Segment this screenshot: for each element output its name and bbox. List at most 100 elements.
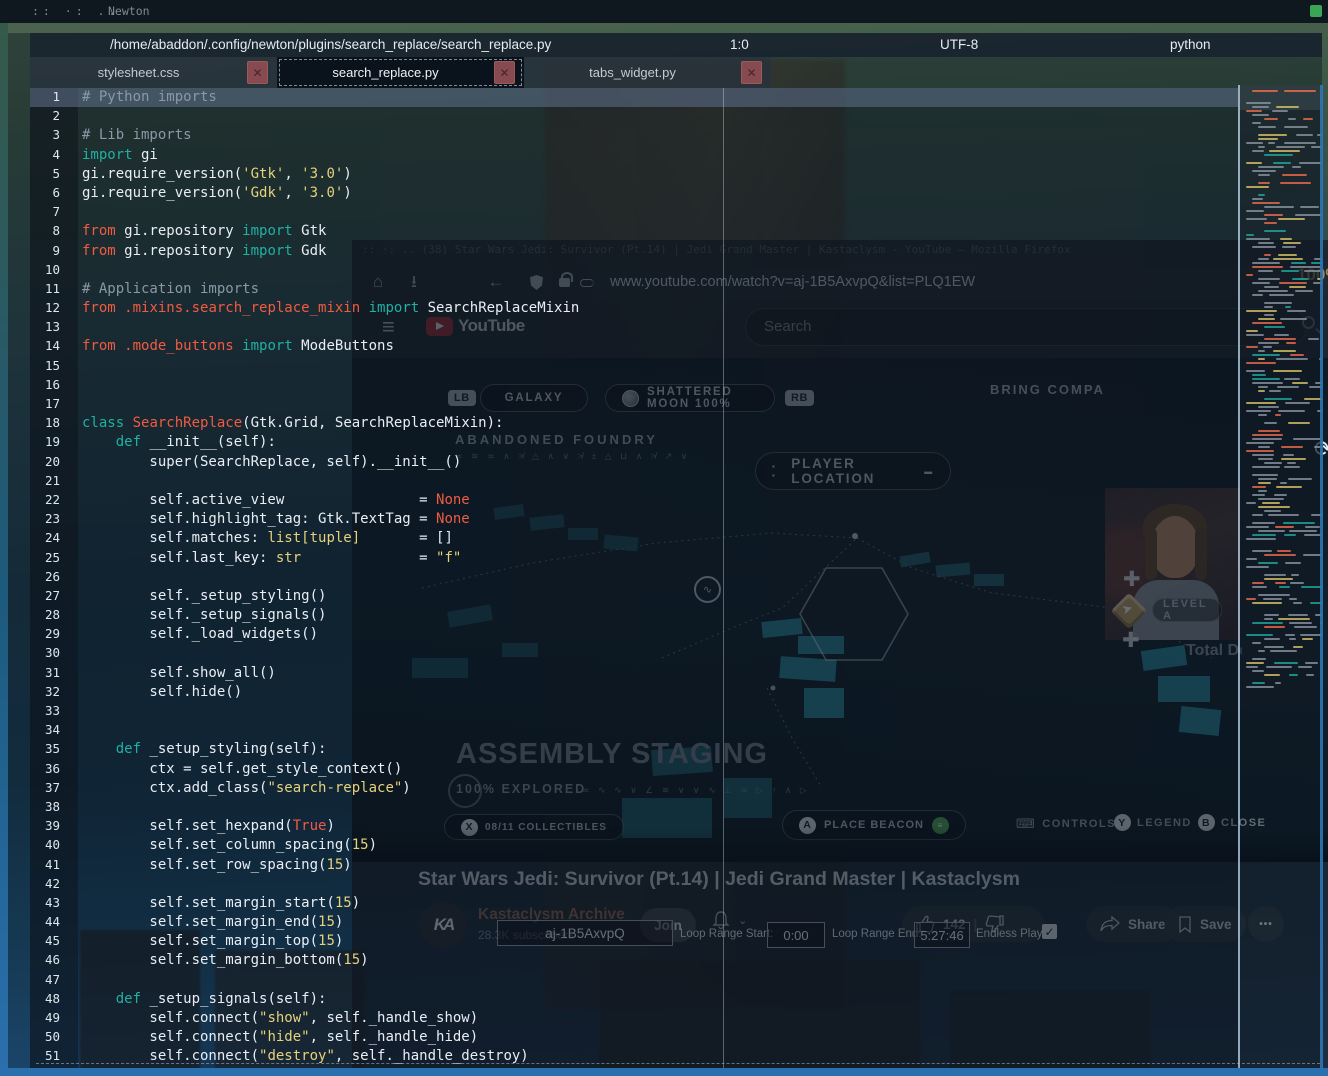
code-line[interactable]: 32 self.hide()	[30, 683, 1238, 702]
code-line[interactable]: 38	[30, 798, 1238, 817]
code-line[interactable]: 21	[30, 472, 1238, 491]
code-line[interactable]: 34	[30, 721, 1238, 740]
line-number: 38	[30, 799, 60, 814]
code-line[interactable]: 23 self.highlight_tag: Gtk.TextTag = Non…	[30, 510, 1238, 529]
tab-close-button[interactable]: ✕	[741, 61, 762, 84]
code-text: self.set_margin_start(15)	[82, 894, 360, 913]
code-line[interactable]: 50 self.connect("hide", self._handle_hid…	[30, 1028, 1238, 1047]
line-number: 40	[30, 837, 60, 852]
code-line[interactable]: 13	[30, 318, 1238, 337]
code-line[interactable]: 43 self.set_margin_start(15)	[30, 894, 1238, 913]
tab-close-button[interactable]: ✕	[247, 61, 268, 84]
code-line[interactable]: 33	[30, 702, 1238, 721]
code-line[interactable]: 35 def _setup_styling(self):	[30, 740, 1238, 759]
code-line[interactable]: 41 self.set_row_spacing(15)	[30, 856, 1238, 875]
code-line[interactable]: 20 super(SearchReplace, self).__init__()	[30, 453, 1238, 472]
desktop-edge-bottom	[0, 1068, 1328, 1076]
line-number: 28	[30, 607, 60, 622]
code-text: self.connect("show", self._handle_show)	[82, 1009, 478, 1028]
line-number: 19	[30, 434, 60, 449]
code-line[interactable]: 44 self.set_margin_end(15)	[30, 913, 1238, 932]
code-line[interactable]: 1# Python imports	[30, 88, 1238, 107]
code-text: from gi.repository import Gtk	[82, 222, 326, 241]
tab-tabs-widget-py[interactable]: tabs_widget.py ✕	[524, 57, 771, 88]
horizontal-scroll-track[interactable]	[36, 1063, 1320, 1064]
tab-search-replace-py[interactable]: search_replace.py ✕	[277, 57, 524, 88]
code-text: self.set_margin_end(15)	[82, 913, 343, 932]
line-number: 32	[30, 684, 60, 699]
code-text: gi.require_version('Gdk', '3.0')	[82, 184, 352, 203]
line-number: 6	[30, 185, 60, 200]
code-line[interactable]: 48 def _setup_signals(self):	[30, 990, 1238, 1009]
code-text: from .mode_buttons import ModeButtons	[82, 337, 394, 356]
code-line[interactable]: 19 def __init__(self):	[30, 433, 1238, 452]
code-line[interactable]: 24 self.matches: list[tuple] = []	[30, 529, 1238, 548]
code-line[interactable]: 47	[30, 971, 1238, 990]
code-line[interactable]: 37 ctx.add_class("search-replace")	[30, 779, 1238, 798]
code-line[interactable]: 16	[30, 376, 1238, 395]
line-number: 26	[30, 569, 60, 584]
code-line[interactable]: 27 self._setup_styling()	[30, 587, 1238, 606]
encoding-indicator[interactable]: UTF-8	[940, 37, 978, 52]
line-number: 24	[30, 530, 60, 545]
code-editor[interactable]: 1# Python imports23# Lib imports4import …	[30, 88, 1238, 1068]
line-number: 5	[30, 166, 60, 181]
code-text: self.last_key: str = "f"	[82, 549, 461, 568]
code-line[interactable]: 5gi.require_version('Gtk', '3.0')	[30, 165, 1238, 184]
code-line[interactable]: 25 self.last_key: str = "f"	[30, 549, 1238, 568]
line-number: 23	[30, 511, 60, 526]
code-text: def _setup_signals(self):	[82, 990, 326, 1009]
code-line[interactable]: 14from .mode_buttons import ModeButtons	[30, 337, 1238, 356]
language-indicator[interactable]: python	[1170, 37, 1211, 52]
code-line[interactable]: 49 self.connect("show", self._handle_sho…	[30, 1009, 1238, 1028]
code-line[interactable]: 28 self._setup_signals()	[30, 606, 1238, 625]
code-text: self.set_margin_top(15)	[82, 932, 343, 951]
code-line[interactable]: 31 self.show_all()	[30, 664, 1238, 683]
cursor-position: 1:0	[730, 37, 749, 52]
line-number: 7	[30, 204, 60, 219]
code-line[interactable]: 30	[30, 644, 1238, 663]
code-line[interactable]: 2	[30, 107, 1238, 126]
line-number: 29	[30, 626, 60, 641]
column-ruler	[723, 88, 724, 1068]
code-text: self.show_all()	[82, 664, 276, 683]
vertical-scrollbar[interactable]	[1320, 85, 1323, 1068]
window-title: Newton	[108, 0, 150, 23]
code-line[interactable]: 46 self.set_margin_bottom(15)	[30, 951, 1238, 970]
code-line[interactable]: 6 gi.require_version('Gdk', '3.0')	[30, 184, 1238, 203]
code-line[interactable]: 8from gi.repository import Gtk	[30, 222, 1238, 241]
code-line[interactable]: 18class SearchReplace(Gtk.Grid, SearchRe…	[30, 414, 1238, 433]
code-line[interactable]: 40 self.set_column_spacing(15)	[30, 836, 1238, 855]
code-line[interactable]: 36 ctx = self.get_style_context()	[30, 760, 1238, 779]
code-line[interactable]: 29 self._load_widgets()	[30, 625, 1238, 644]
code-line[interactable]: 4import gi	[30, 146, 1238, 165]
code-line[interactable]: 11# Application imports	[30, 280, 1238, 299]
workspace-indicators[interactable]: :: ·: ..	[32, 0, 119, 23]
code-line[interactable]: 15	[30, 357, 1238, 376]
line-number: 16	[30, 377, 60, 392]
code-line[interactable]: 3# Lib imports	[30, 126, 1238, 145]
desktop-edge-left	[0, 23, 8, 1076]
code-line[interactable]: 9from gi.repository import Gdk	[30, 242, 1238, 261]
code-line[interactable]: 7	[30, 203, 1238, 222]
code-line[interactable]: 12from .mixins.search_replace_mixin impo…	[30, 299, 1238, 318]
line-number: 2	[30, 108, 60, 123]
screen: :: ·: .. (38) Star Wars Jedi: Survivor (…	[0, 0, 1328, 1076]
code-line[interactable]: 10	[30, 261, 1238, 280]
tab-stylesheet-css[interactable]: stylesheet.css ✕	[30, 57, 277, 88]
tray-icon[interactable]	[1310, 5, 1322, 17]
line-number: 50	[30, 1029, 60, 1044]
code-line[interactable]: 45 self.set_margin_top(15)	[30, 932, 1238, 951]
line-number: 36	[30, 761, 60, 776]
code-text: def _setup_styling(self):	[82, 740, 326, 759]
code-line[interactable]: 42	[30, 875, 1238, 894]
line-number: 34	[30, 722, 60, 737]
code-line[interactable]: 17	[30, 395, 1238, 414]
code-line[interactable]: 26	[30, 568, 1238, 587]
code-line[interactable]: 39 self.set_hexpand(True)	[30, 817, 1238, 836]
code-text: # Lib imports	[82, 126, 192, 145]
code-line[interactable]: 22 self.active_view = None	[30, 491, 1238, 510]
minimap[interactable]	[1240, 85, 1322, 710]
minimap-line	[1240, 685, 1322, 689]
tab-close-button[interactable]: ✕	[494, 61, 515, 84]
